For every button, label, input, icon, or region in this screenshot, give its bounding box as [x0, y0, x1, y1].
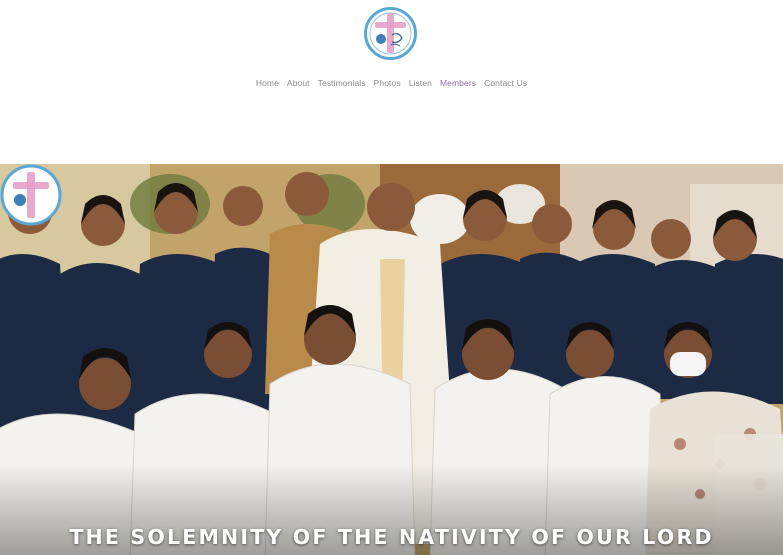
hero-caption: THE SOLEMNITY OF THE NATIVITY OF OUR LOR…: [69, 525, 714, 549]
hero-photo: THE SOLEMNITY OF THE NATIVITY OF OUR LOR…: [0, 164, 783, 555]
nav-testimonials[interactable]: Testimonials: [318, 78, 366, 88]
nav-about[interactable]: About: [287, 78, 310, 88]
nav-photos[interactable]: Photos: [374, 78, 401, 88]
group-photo-illustration: [0, 164, 783, 555]
site-header: Home About Testimonials Photos Listen Me…: [0, 0, 783, 164]
main-nav: Home About Testimonials Photos Listen Me…: [0, 78, 783, 88]
nav-contact-us[interactable]: Contact Us: [484, 78, 527, 88]
nav-members[interactable]: Members: [440, 78, 476, 88]
page: Home About Testimonials Photos Listen Me…: [0, 0, 783, 555]
nav-home[interactable]: Home: [256, 78, 279, 88]
choir-logo-icon: [0, 164, 62, 226]
choir-logo-icon[interactable]: [364, 7, 417, 60]
nav-listen[interactable]: Listen: [409, 78, 432, 88]
